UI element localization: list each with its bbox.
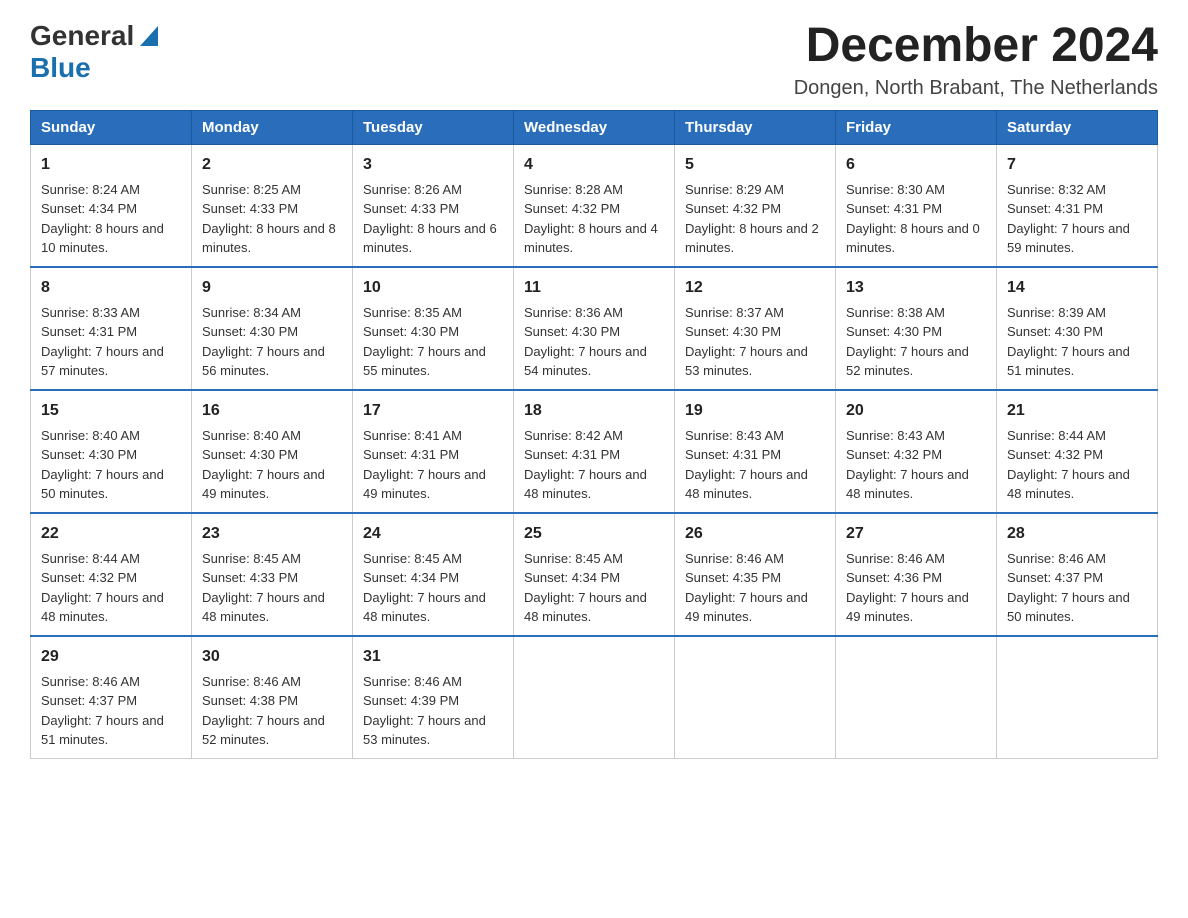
- day-number: 18: [524, 399, 664, 423]
- calendar-cell: [997, 636, 1158, 759]
- calendar-cell: 16Sunrise: 8:40 AMSunset: 4:30 PMDayligh…: [192, 390, 353, 513]
- day-number: 11: [524, 276, 664, 300]
- calendar-week-row: 29Sunrise: 8:46 AMSunset: 4:37 PMDayligh…: [31, 636, 1158, 759]
- day-number: 22: [41, 522, 181, 546]
- weekday-header-friday: Friday: [836, 110, 997, 144]
- calendar-cell: 29Sunrise: 8:46 AMSunset: 4:37 PMDayligh…: [31, 636, 192, 759]
- calendar-cell: 4Sunrise: 8:28 AMSunset: 4:32 PMDaylight…: [514, 144, 675, 267]
- calendar-cell: 5Sunrise: 8:29 AMSunset: 4:32 PMDaylight…: [675, 144, 836, 267]
- day-number: 29: [41, 645, 181, 669]
- calendar-cell: 6Sunrise: 8:30 AMSunset: 4:31 PMDaylight…: [836, 144, 997, 267]
- logo-general-text: General: [30, 20, 134, 52]
- calendar-cell: 11Sunrise: 8:36 AMSunset: 4:30 PMDayligh…: [514, 267, 675, 390]
- calendar-cell: 22Sunrise: 8:44 AMSunset: 4:32 PMDayligh…: [31, 513, 192, 636]
- logo-triangle-icon: [136, 26, 158, 48]
- day-number: 1: [41, 153, 181, 177]
- calendar-cell: [675, 636, 836, 759]
- month-title: December 2024: [794, 20, 1158, 73]
- weekday-header-tuesday: Tuesday: [353, 110, 514, 144]
- calendar-cell: 7Sunrise: 8:32 AMSunset: 4:31 PMDaylight…: [997, 144, 1158, 267]
- calendar-week-row: 22Sunrise: 8:44 AMSunset: 4:32 PMDayligh…: [31, 513, 1158, 636]
- page-header: General Blue December 2024 Dongen, North…: [30, 20, 1158, 100]
- logo-blue-text: Blue: [30, 52, 91, 83]
- day-number: 15: [41, 399, 181, 423]
- calendar-cell: 18Sunrise: 8:42 AMSunset: 4:31 PMDayligh…: [514, 390, 675, 513]
- day-number: 2: [202, 153, 342, 177]
- calendar-cell: 3Sunrise: 8:26 AMSunset: 4:33 PMDaylight…: [353, 144, 514, 267]
- calendar-cell: 28Sunrise: 8:46 AMSunset: 4:37 PMDayligh…: [997, 513, 1158, 636]
- calendar-cell: 25Sunrise: 8:45 AMSunset: 4:34 PMDayligh…: [514, 513, 675, 636]
- calendar-cell: 2Sunrise: 8:25 AMSunset: 4:33 PMDaylight…: [192, 144, 353, 267]
- calendar-cell: 9Sunrise: 8:34 AMSunset: 4:30 PMDaylight…: [192, 267, 353, 390]
- calendar-table: SundayMondayTuesdayWednesdayThursdayFrid…: [30, 110, 1158, 759]
- day-number: 31: [363, 645, 503, 669]
- weekday-header-saturday: Saturday: [997, 110, 1158, 144]
- calendar-cell: 17Sunrise: 8:41 AMSunset: 4:31 PMDayligh…: [353, 390, 514, 513]
- day-number: 16: [202, 399, 342, 423]
- day-number: 27: [846, 522, 986, 546]
- day-number: 14: [1007, 276, 1147, 300]
- day-number: 24: [363, 522, 503, 546]
- weekday-header-thursday: Thursday: [675, 110, 836, 144]
- day-number: 30: [202, 645, 342, 669]
- calendar-cell: 12Sunrise: 8:37 AMSunset: 4:30 PMDayligh…: [675, 267, 836, 390]
- weekday-header-monday: Monday: [192, 110, 353, 144]
- day-number: 4: [524, 153, 664, 177]
- calendar-week-row: 1Sunrise: 8:24 AMSunset: 4:34 PMDaylight…: [31, 144, 1158, 267]
- day-number: 13: [846, 276, 986, 300]
- calendar-cell: 20Sunrise: 8:43 AMSunset: 4:32 PMDayligh…: [836, 390, 997, 513]
- calendar-cell: 31Sunrise: 8:46 AMSunset: 4:39 PMDayligh…: [353, 636, 514, 759]
- day-number: 26: [685, 522, 825, 546]
- calendar-header: SundayMondayTuesdayWednesdayThursdayFrid…: [31, 110, 1158, 144]
- day-number: 9: [202, 276, 342, 300]
- calendar-body: 1Sunrise: 8:24 AMSunset: 4:34 PMDaylight…: [31, 144, 1158, 758]
- day-number: 8: [41, 276, 181, 300]
- day-number: 28: [1007, 522, 1147, 546]
- calendar-cell: 24Sunrise: 8:45 AMSunset: 4:34 PMDayligh…: [353, 513, 514, 636]
- calendar-cell: [836, 636, 997, 759]
- day-number: 7: [1007, 153, 1147, 177]
- day-number: 20: [846, 399, 986, 423]
- calendar-cell: 13Sunrise: 8:38 AMSunset: 4:30 PMDayligh…: [836, 267, 997, 390]
- calendar-cell: 1Sunrise: 8:24 AMSunset: 4:34 PMDaylight…: [31, 144, 192, 267]
- calendar-cell: 14Sunrise: 8:39 AMSunset: 4:30 PMDayligh…: [997, 267, 1158, 390]
- calendar-cell: 10Sunrise: 8:35 AMSunset: 4:30 PMDayligh…: [353, 267, 514, 390]
- calendar-cell: 27Sunrise: 8:46 AMSunset: 4:36 PMDayligh…: [836, 513, 997, 636]
- day-number: 5: [685, 153, 825, 177]
- day-number: 21: [1007, 399, 1147, 423]
- day-number: 23: [202, 522, 342, 546]
- calendar-week-row: 8Sunrise: 8:33 AMSunset: 4:31 PMDaylight…: [31, 267, 1158, 390]
- weekday-header-sunday: Sunday: [31, 110, 192, 144]
- day-number: 12: [685, 276, 825, 300]
- day-number: 6: [846, 153, 986, 177]
- calendar-cell: 30Sunrise: 8:46 AMSunset: 4:38 PMDayligh…: [192, 636, 353, 759]
- day-number: 17: [363, 399, 503, 423]
- day-number: 3: [363, 153, 503, 177]
- calendar-cell: [514, 636, 675, 759]
- weekday-header-wednesday: Wednesday: [514, 110, 675, 144]
- calendar-cell: 19Sunrise: 8:43 AMSunset: 4:31 PMDayligh…: [675, 390, 836, 513]
- calendar-cell: 8Sunrise: 8:33 AMSunset: 4:31 PMDaylight…: [31, 267, 192, 390]
- day-number: 10: [363, 276, 503, 300]
- weekday-header-row: SundayMondayTuesdayWednesdayThursdayFrid…: [31, 110, 1158, 144]
- day-number: 19: [685, 399, 825, 423]
- day-number: 25: [524, 522, 664, 546]
- location-text: Dongen, North Brabant, The Netherlands: [794, 77, 1158, 100]
- calendar-cell: 15Sunrise: 8:40 AMSunset: 4:30 PMDayligh…: [31, 390, 192, 513]
- logo: General Blue: [30, 20, 158, 84]
- calendar-cell: 26Sunrise: 8:46 AMSunset: 4:35 PMDayligh…: [675, 513, 836, 636]
- title-section: December 2024 Dongen, North Brabant, The…: [794, 20, 1158, 100]
- calendar-week-row: 15Sunrise: 8:40 AMSunset: 4:30 PMDayligh…: [31, 390, 1158, 513]
- calendar-cell: 21Sunrise: 8:44 AMSunset: 4:32 PMDayligh…: [997, 390, 1158, 513]
- calendar-cell: 23Sunrise: 8:45 AMSunset: 4:33 PMDayligh…: [192, 513, 353, 636]
